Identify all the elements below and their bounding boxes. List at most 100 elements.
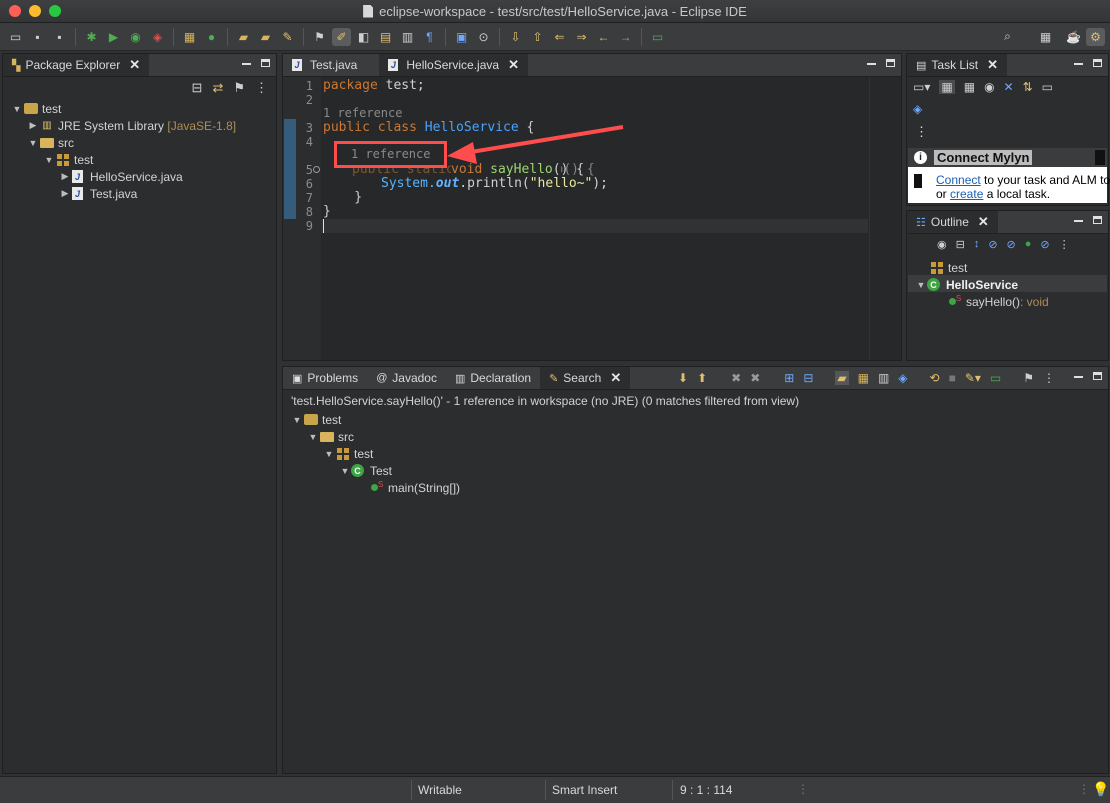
tab-task-list[interactable]: ▤ Task List ✕ bbox=[907, 54, 1007, 76]
filter-icon[interactable]: ⚑ bbox=[233, 80, 245, 96]
close-icon[interactable]: ✕ bbox=[978, 214, 989, 230]
group-by-type-icon[interactable]: ◈ bbox=[898, 371, 907, 385]
outline-item-class[interactable]: ▼ C HelloService bbox=[915, 276, 1019, 293]
view-menu-icon[interactable]: ⋮ bbox=[915, 124, 928, 140]
create-link[interactable]: create bbox=[950, 187, 983, 201]
expand-arrow-icon[interactable]: ▼ bbox=[11, 104, 23, 114]
back-arrow-icon[interactable]: ← bbox=[594, 28, 613, 46]
view-menu-icon[interactable]: ⋮ bbox=[255, 80, 268, 96]
code-vision-class-references[interactable]: 1 reference bbox=[323, 106, 402, 120]
collapse-all-icon[interactable]: ⊟ bbox=[803, 371, 813, 385]
quick-search-icon[interactable]: ⌕ bbox=[998, 28, 1017, 46]
code-vision-method-references[interactable]: 1 reference bbox=[351, 147, 430, 161]
next-match-icon[interactable]: ⬇ bbox=[678, 371, 688, 385]
forward-arrow-icon[interactable]: → bbox=[616, 28, 635, 46]
new-java-project-icon[interactable]: ▦ bbox=[180, 28, 199, 46]
connect-link[interactable]: Connect bbox=[936, 173, 981, 187]
sync-icon[interactable]: ⇅ bbox=[1023, 80, 1033, 94]
next-annotation-icon[interactable]: ⇩ bbox=[506, 28, 525, 46]
view-menu-icon[interactable]: ⋮ bbox=[1059, 238, 1070, 251]
hide-nonpublic-icon[interactable]: ● bbox=[1025, 238, 1032, 251]
tree-item[interactable]: ▶ J HelloService.java bbox=[59, 168, 183, 185]
collapse-all-icon[interactable]: ⊟ bbox=[956, 238, 965, 251]
tab-javadoc[interactable]: @ Javadoc bbox=[367, 367, 446, 389]
search-icon[interactable]: ⊙ bbox=[474, 28, 493, 46]
outline-item-method[interactable]: S sayHello() : void bbox=[947, 293, 1049, 310]
close-window-button[interactable] bbox=[9, 5, 21, 17]
remove-all-matches-icon[interactable]: ✖ bbox=[750, 371, 760, 385]
expand-arrow-icon[interactable]: ▼ bbox=[27, 138, 39, 148]
close-icon[interactable]: ✕ bbox=[129, 57, 140, 73]
tab-search[interactable]: ✎ Search ✕ bbox=[540, 367, 631, 389]
minimize-tasks-icon[interactable]: ▭ bbox=[1042, 80, 1053, 94]
java-perspective-icon[interactable]: ☕ bbox=[1064, 28, 1083, 46]
show-as-tree-icon[interactable]: ▰ bbox=[835, 371, 849, 385]
previous-annotation-icon[interactable]: ⇧ bbox=[528, 28, 547, 46]
pin-editor-icon[interactable]: ▭ bbox=[648, 28, 667, 46]
tree-item[interactable]: ▼ test bbox=[11, 100, 62, 117]
quick-fix-icon[interactable]: ⚑ bbox=[310, 28, 329, 46]
tree-item[interactable]: ▼ src bbox=[27, 134, 74, 151]
expand-arrow-icon[interactable]: ▼ bbox=[339, 466, 351, 476]
close-icon[interactable]: ✕ bbox=[987, 57, 998, 73]
tree-item[interactable]: ▶ J Test.java bbox=[59, 185, 138, 202]
cancel-search-icon[interactable]: ■ bbox=[949, 371, 956, 385]
maximize-icon[interactable] bbox=[886, 59, 895, 67]
expand-arrow-icon[interactable]: ▶ bbox=[27, 120, 39, 131]
tree-item[interactable]: ▼ test bbox=[291, 411, 342, 428]
maximize-window-button[interactable] bbox=[49, 5, 61, 17]
mylyn-close-block[interactable] bbox=[1095, 150, 1105, 165]
tree-item[interactable]: ▼ C Test bbox=[339, 462, 392, 479]
expand-arrow-icon[interactable]: ▼ bbox=[43, 155, 55, 165]
save-all-icon[interactable]: ▪ bbox=[50, 28, 69, 46]
new-task-icon[interactable]: ▭▾ bbox=[913, 80, 930, 94]
previous-match-icon[interactable]: ⬆ bbox=[697, 371, 707, 385]
search-history-icon[interactable]: ✎▾ bbox=[965, 371, 981, 385]
forward-edit-icon[interactable]: ⇒ bbox=[572, 28, 591, 46]
close-icon[interactable]: ✕ bbox=[610, 370, 621, 386]
minimize-icon[interactable] bbox=[242, 63, 251, 65]
outline-item-package[interactable]: test bbox=[929, 259, 967, 276]
word-wrap-icon[interactable]: ▥ bbox=[398, 28, 417, 46]
collapse-all-icon[interactable]: ⊟ bbox=[192, 80, 203, 96]
focus-active-task-icon[interactable]: ◉ bbox=[937, 238, 947, 251]
debug-icon[interactable]: ✱ bbox=[82, 28, 101, 46]
expand-all-icon[interactable]: ⊞ bbox=[784, 371, 794, 385]
mark-occurrences-icon[interactable]: ✐ bbox=[332, 27, 351, 46]
tab-package-explorer[interactable]: ▚ Package Explorer ✕ bbox=[3, 54, 150, 76]
fold-toggle-icon[interactable] bbox=[313, 166, 320, 173]
tree-item[interactable]: ▼ test bbox=[323, 445, 374, 462]
scheduled-icon[interactable]: ▦ bbox=[964, 80, 975, 94]
expand-arrow-icon[interactable]: ▶ bbox=[59, 171, 71, 182]
perspective-open-icon[interactable]: ▦ bbox=[1036, 28, 1055, 46]
minimize-icon[interactable] bbox=[1074, 220, 1083, 222]
toggle-breadcrumb-icon[interactable]: ◧ bbox=[354, 28, 373, 46]
minimize-icon[interactable] bbox=[1074, 376, 1083, 378]
maximize-icon[interactable] bbox=[1093, 59, 1102, 67]
save-icon[interactable]: ▪ bbox=[28, 28, 47, 46]
expand-arrow-icon[interactable]: ▼ bbox=[307, 432, 319, 442]
link-with-editor-icon[interactable]: ⇄ bbox=[212, 80, 223, 96]
block-selection-icon[interactable]: ▤ bbox=[376, 28, 395, 46]
refresh-icon[interactable]: ⟲ bbox=[930, 371, 940, 385]
group-by-file-icon[interactable]: ▥ bbox=[878, 371, 889, 385]
tab-helloservice-java[interactable]: J HelloService.java ✕ bbox=[379, 54, 528, 76]
maximize-icon[interactable] bbox=[1093, 372, 1102, 380]
hide-fields-icon[interactable]: ⊘ bbox=[988, 238, 997, 251]
minimize-window-button[interactable] bbox=[29, 5, 41, 17]
open-task-icon[interactable]: ▰ bbox=[256, 28, 275, 46]
categorized-icon[interactable]: ▦ bbox=[939, 80, 955, 94]
pin-view-icon[interactable]: ▭ bbox=[990, 371, 1001, 385]
run-icon[interactable]: ▶ bbox=[104, 28, 123, 46]
tip-lightbulb-icon[interactable]: 💡 bbox=[1092, 781, 1109, 798]
minimize-icon[interactable] bbox=[1074, 63, 1083, 65]
last-edit-location-icon[interactable]: ⇐ bbox=[550, 28, 569, 46]
tab-declaration[interactable]: ▥ Declaration bbox=[446, 367, 540, 389]
group-by-package-icon[interactable]: ▦ bbox=[858, 371, 869, 385]
search-flashlight-icon[interactable]: ✎ bbox=[278, 28, 297, 46]
tab-outline[interactable]: ☷ Outline ✕ bbox=[907, 211, 998, 233]
tab-test-java[interactable]: J Test.java bbox=[283, 54, 379, 76]
expand-arrow-icon[interactable]: ▶ bbox=[59, 188, 71, 199]
remove-match-icon[interactable]: ✖ bbox=[731, 371, 741, 385]
hide-local-types-icon[interactable]: ⊘ bbox=[1040, 238, 1049, 251]
